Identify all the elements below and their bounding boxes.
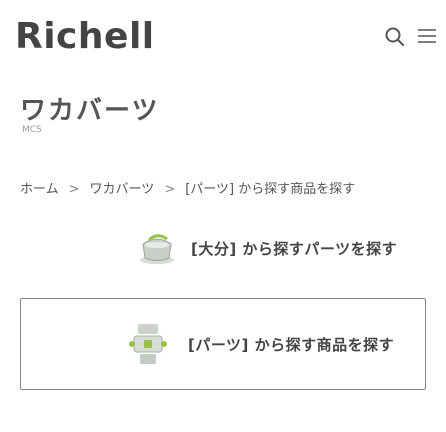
hamburger-menu-icon[interactable] bbox=[415, 24, 439, 48]
pot-icon bbox=[140, 234, 174, 264]
parts-search-card[interactable]: [パーツ] から探す商品を探す bbox=[20, 298, 426, 390]
breadcrumb-current: [パーツ] から探す商品を探す bbox=[185, 182, 356, 197]
category-heading: [大分] から探すパーツを探す bbox=[135, 228, 397, 268]
site-header: Richell bbox=[0, 0, 446, 70]
breadcrumb-wakaba[interactable]: ワカバーツ bbox=[90, 182, 155, 197]
search-icon[interactable] bbox=[384, 26, 406, 48]
breadcrumb-separator: > bbox=[68, 182, 80, 197]
page-subtitle: MCS bbox=[22, 125, 42, 135]
category-label: [大分] から探すパーツを探す bbox=[191, 239, 398, 258]
card-label: [パーツ] から探す商品を探す bbox=[188, 335, 395, 354]
parts-thumbnail-icon bbox=[129, 324, 167, 364]
breadcrumb-separator: > bbox=[164, 182, 176, 197]
page-title: ワカバーツ bbox=[20, 96, 160, 126]
breadcrumb-home[interactable]: ホーム bbox=[20, 182, 59, 197]
site-logo[interactable]: Richell bbox=[15, 16, 155, 57]
breadcrumb: ホーム > ワカバーツ > [パーツ] から探す商品を探す bbox=[20, 178, 355, 197]
